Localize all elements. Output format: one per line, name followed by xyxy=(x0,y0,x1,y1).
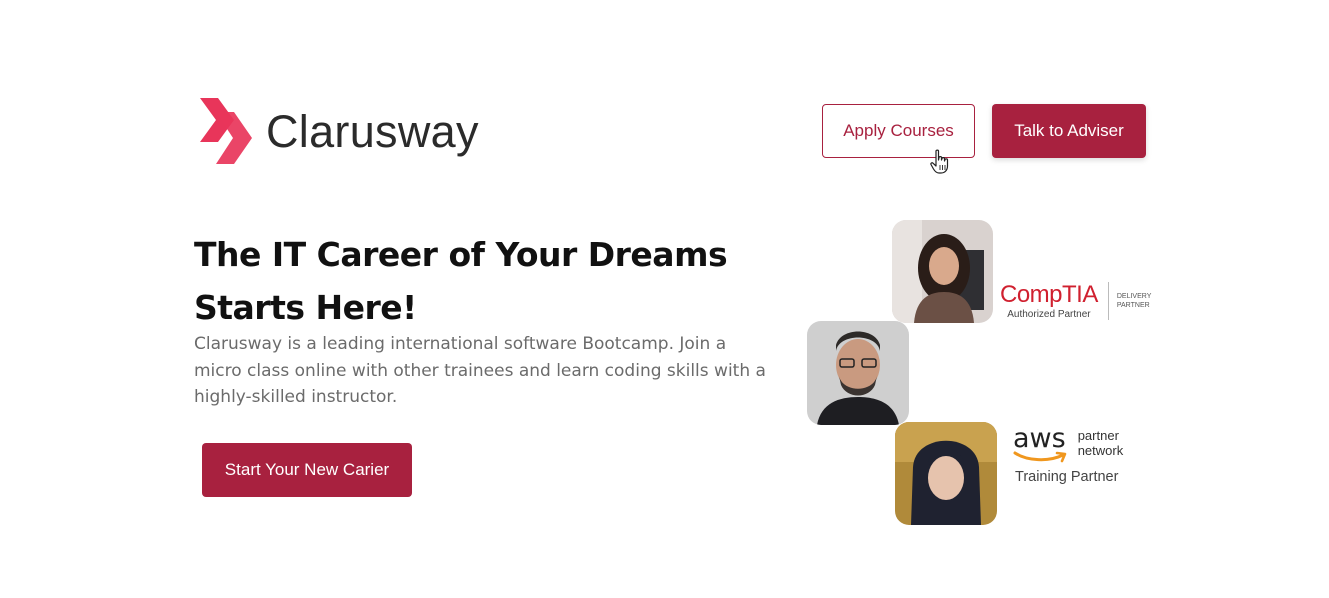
comptia-subtitle: Authorized Partner xyxy=(1007,308,1091,320)
clarusway-chevrons-icon xyxy=(200,98,252,164)
instructor-photo-1 xyxy=(892,220,993,323)
instructor-photo-2 xyxy=(807,321,909,425)
comptia-logo: CompTIA xyxy=(1000,280,1098,308)
aws-smile-icon xyxy=(1013,451,1067,463)
comptia-partner-badge: CompTIA Authorized Partner DELIVERY PART… xyxy=(1000,282,1151,320)
comptia-side-line1: DELIVERY xyxy=(1116,293,1152,300)
start-new-career-button[interactable]: Start Your New Carier xyxy=(202,443,412,497)
hand-pointer-icon xyxy=(930,149,949,174)
comptia-divider xyxy=(1107,282,1109,320)
instructor-photo-3 xyxy=(895,422,997,525)
hero-description: Clarusway is a leading international sof… xyxy=(194,334,766,407)
hero-headline: The IT Career of Your Dreams Starts Here… xyxy=(194,235,728,327)
aws-partner-line2: network xyxy=(1077,443,1124,458)
apply-courses-button[interactable]: Apply Courses xyxy=(822,104,975,158)
aws-partner-badge: aws partner network Training Partner xyxy=(1013,424,1124,486)
comptia-side-line2: PARTNER xyxy=(1116,302,1150,309)
brand-name: Clarusway xyxy=(266,106,479,157)
talk-to-adviser-button[interactable]: Talk to Adviser xyxy=(992,104,1146,158)
aws-partner-line1: partner xyxy=(1077,428,1119,443)
brand-logo[interactable]: Clarusway xyxy=(200,98,479,166)
aws-training-partner: Training Partner xyxy=(1015,469,1119,485)
